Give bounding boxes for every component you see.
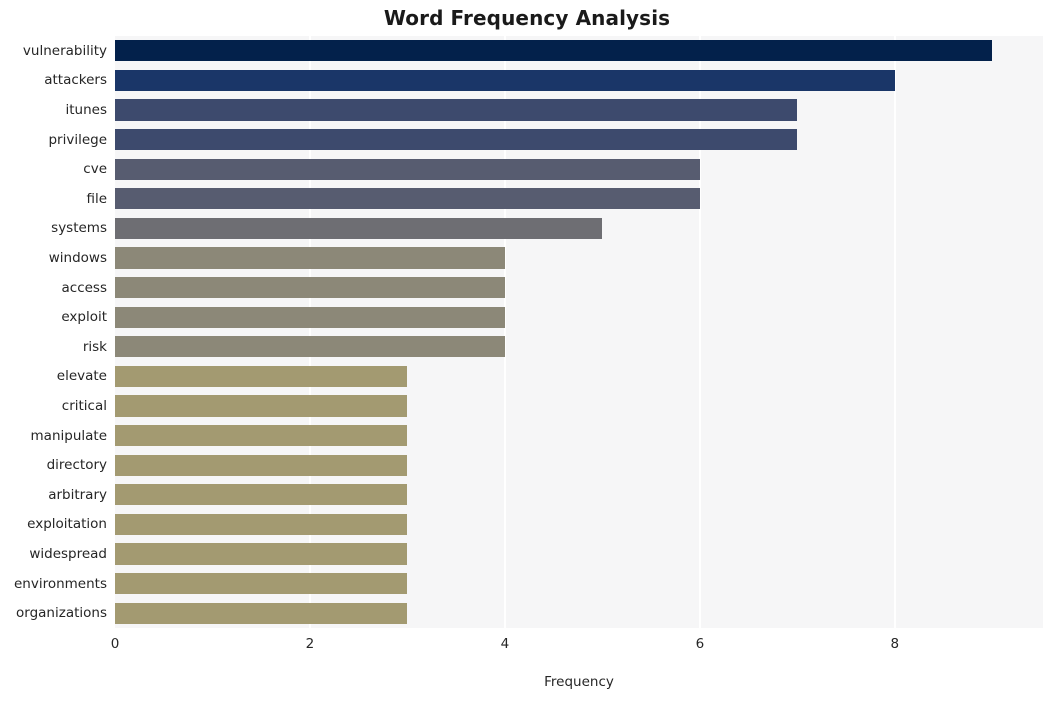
bar-row — [115, 365, 1043, 388]
bar-row — [115, 484, 1043, 506]
bar[interactable] — [115, 365, 408, 388]
y-axis-tick-label: elevate — [56, 368, 107, 385]
x-axis-tick-label: 0 — [110, 636, 120, 652]
bar-row — [115, 454, 1043, 476]
bar[interactable] — [115, 69, 895, 92]
bar[interactable] — [115, 247, 505, 269]
y-axis-tick-label: arbitrary — [48, 486, 107, 503]
bar[interactable] — [115, 484, 408, 506]
x-axis-tick-label: 6 — [695, 636, 705, 652]
bar-row — [115, 69, 1043, 92]
y-axis-tick-label: directory — [46, 457, 107, 474]
x-axis-tick-label: 4 — [500, 636, 510, 652]
bar-row — [115, 188, 1043, 210]
bar[interactable] — [115, 276, 505, 299]
bar[interactable] — [115, 40, 993, 62]
bar[interactable] — [115, 188, 700, 210]
y-axis-tick-label: itunes — [65, 102, 108, 118]
chart-figure: Word Frequency Analysis vulnerability att… — [0, 0, 1054, 701]
y-axis-tick-label: vulnerability — [22, 42, 107, 59]
x-axis-title: Frequency — [544, 674, 614, 690]
y-axis-tick-label: critical — [61, 398, 107, 414]
y-axis-tick-label: cve — [83, 161, 107, 178]
bar-row — [115, 395, 1043, 417]
bar-row — [115, 306, 1043, 328]
bar-row — [115, 40, 1043, 62]
y-axis-tick-label: file — [86, 190, 107, 207]
bar[interactable] — [115, 158, 700, 180]
y-axis-tick-label: environments — [13, 575, 107, 592]
bar[interactable] — [115, 513, 408, 536]
bar[interactable] — [115, 217, 603, 240]
bar-row — [115, 247, 1043, 269]
bar[interactable] — [115, 543, 408, 565]
bar-row — [115, 513, 1043, 536]
chart-title: Word Frequency Analysis — [383, 6, 671, 30]
bar[interactable] — [115, 424, 408, 447]
y-axis-tick-label: privilege — [48, 131, 107, 148]
y-axis-tick-label: risk — [82, 338, 107, 355]
bar[interactable] — [115, 572, 408, 595]
x-axis-tick-label: 2 — [305, 636, 315, 652]
y-axis-tick-label: manipulate — [30, 427, 107, 444]
plot-area — [115, 36, 1043, 628]
x-axis-tick-label: 8 — [890, 636, 900, 652]
y-axis-tick-label: exploit — [61, 309, 107, 326]
bar-row — [115, 99, 1043, 121]
y-axis-tick-label: attackers — [44, 72, 107, 89]
bar-row — [115, 424, 1043, 447]
y-axis-tick-label: windows — [48, 250, 107, 266]
y-axis-tick-label: widespread — [29, 546, 107, 562]
x-axis-tick-labels: 0 2 4 6 8 — [0, 636, 1054, 658]
bar-row — [115, 217, 1043, 240]
bar-row — [115, 602, 1043, 624]
bar[interactable] — [115, 336, 505, 358]
bar[interactable] — [115, 395, 408, 417]
bar-row — [115, 158, 1043, 180]
bar[interactable] — [115, 306, 505, 328]
y-axis-tick-label: organizations — [16, 605, 107, 622]
bar[interactable] — [115, 454, 408, 476]
bar-row — [115, 336, 1043, 358]
y-axis-tick-label: access — [61, 279, 108, 296]
bar-row — [115, 276, 1043, 299]
bar-row — [115, 128, 1043, 151]
bar[interactable] — [115, 128, 798, 151]
bar-row — [115, 543, 1043, 565]
y-axis-tick-label: exploitation — [27, 516, 107, 533]
bar[interactable] — [115, 602, 408, 624]
bars-layer — [115, 36, 1043, 628]
bar[interactable] — [115, 99, 798, 121]
bar-row — [115, 572, 1043, 595]
y-axis-labels: vulnerability attackers itunes privilege cve… — [0, 36, 107, 628]
y-axis-tick-label: systems — [51, 220, 107, 237]
